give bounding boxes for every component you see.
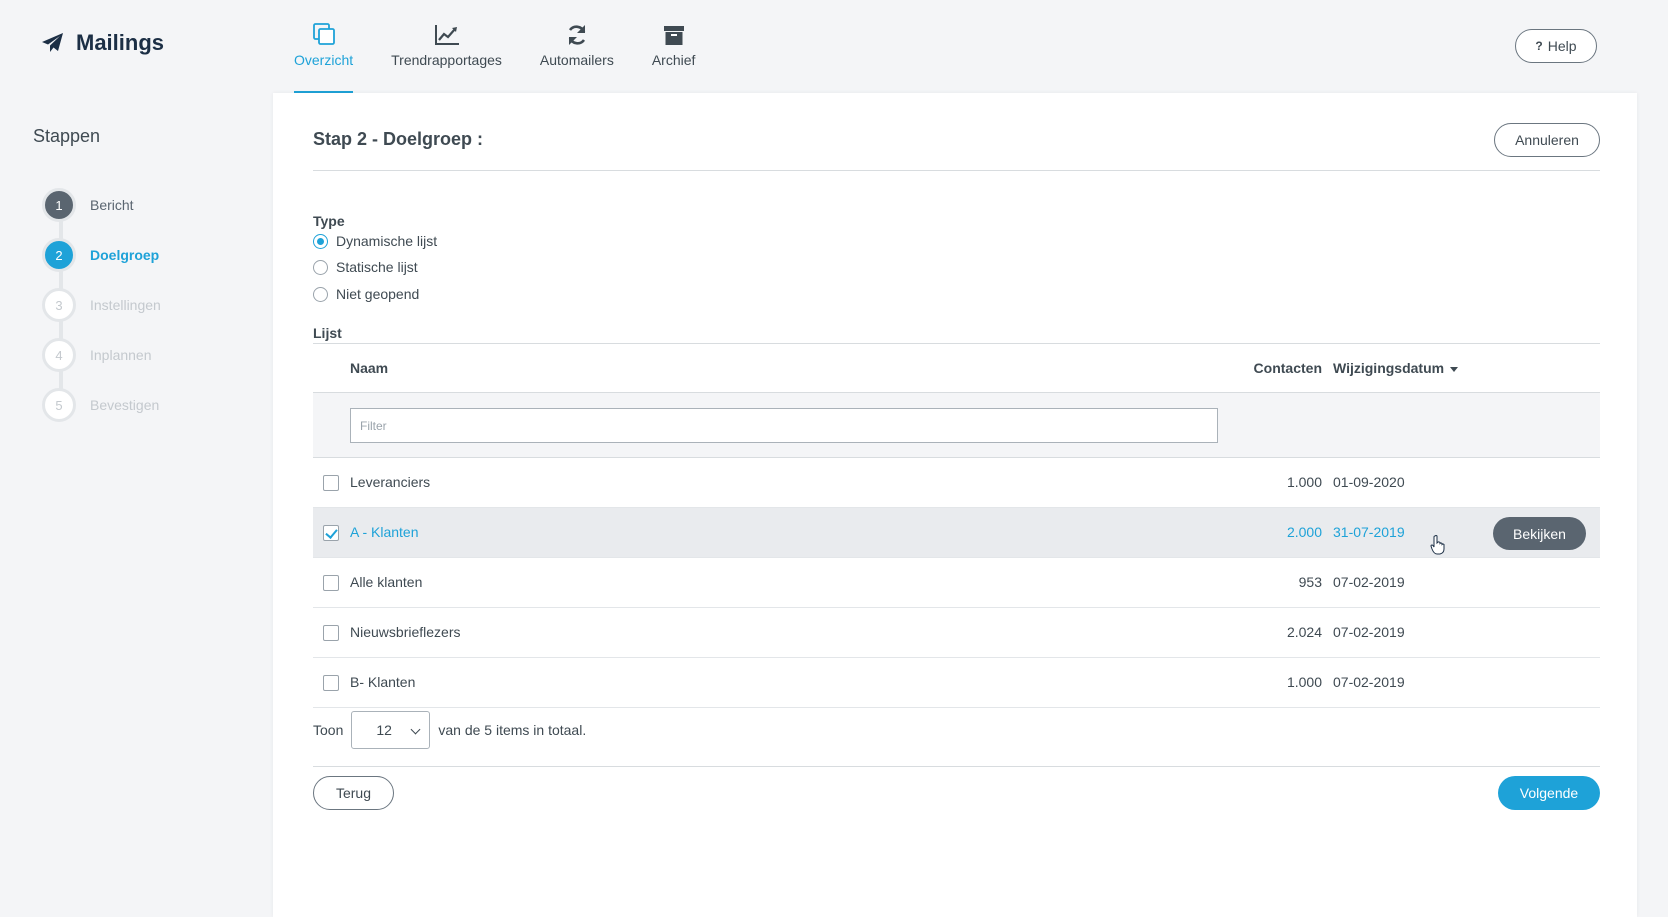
row-date: 01-09-2020 (1333, 474, 1405, 490)
page-size-value: 12 (376, 722, 392, 738)
row-checkbox[interactable] (323, 475, 339, 491)
step-label: Doelgroep (90, 247, 160, 263)
column-header-wijzigingsdatum[interactable]: Wijzigingsdatum (1333, 360, 1459, 376)
list-table: Naam Contacten Wijzigingsdatum Leveranci… (313, 343, 1600, 708)
chevron-down-icon (410, 724, 421, 735)
row-contacts: 1.000 (1286, 674, 1322, 690)
column-header-naam[interactable]: Naam (350, 360, 388, 376)
page-title: Stap 2 - Doelgroep : (313, 129, 484, 149)
radio-label: Statische lijst (336, 259, 418, 275)
row-contacts: 1.000 (1286, 474, 1322, 490)
sort-desc-icon (1450, 366, 1459, 372)
row-contacts: 2.024 (1286, 624, 1322, 640)
table-row[interactable]: Alle klanten 953 07-02-2019 (313, 558, 1600, 608)
row-name: Leveranciers (350, 474, 431, 490)
radio-label: Dynamische lijst (336, 233, 438, 249)
pager-show-label: Toon (313, 722, 344, 738)
main-nav: Overzicht Trendrapportages Automailers A… (294, 18, 733, 93)
step-label: Instellingen (90, 297, 161, 313)
row-date: 07-02-2019 (1333, 624, 1405, 640)
row-name: A - Klanten (350, 524, 419, 540)
row-name: B- Klanten (350, 674, 416, 690)
row-date: 07-02-2019 (1333, 574, 1405, 590)
trend-chart-icon (434, 25, 459, 45)
pager-total-text: van de 5 items in totaal. (438, 722, 587, 738)
app-logo: Mailings (42, 30, 164, 56)
step-label: Bevestigen (90, 397, 160, 413)
step-number: 4 (42, 338, 76, 372)
hand-cursor-icon (1430, 535, 1445, 555)
view-button[interactable]: Bekijken (1493, 517, 1586, 550)
step-number: 5 (42, 388, 76, 422)
divider (313, 170, 1600, 171)
table-header: Naam Contacten Wijzigingsdatum (313, 343, 1600, 393)
pager: Toon 12 van de 5 items in totaal. (313, 711, 586, 749)
radio-statische-lijst[interactable]: Statische lijst (313, 259, 418, 275)
divider (313, 766, 1600, 767)
radio-dynamische-lijst[interactable]: Dynamische lijst (313, 233, 437, 249)
filter-row (313, 393, 1600, 458)
row-checkbox[interactable] (323, 525, 339, 541)
list-label: Lijst (313, 325, 342, 341)
radio-button[interactable] (313, 259, 328, 275)
help-label: Help (1547, 38, 1577, 54)
row-checkbox[interactable] (323, 625, 339, 641)
step-label: Inplannen (90, 347, 152, 363)
type-label: Type (313, 213, 345, 229)
filter-input[interactable] (350, 408, 1218, 443)
tab-trendrapportages[interactable]: Trendrapportages (391, 18, 502, 93)
steps-title: Stappen (33, 126, 101, 146)
step-label: Bericht (90, 197, 134, 213)
step-instellingen: 3 Instellingen (42, 280, 161, 330)
question-icon: ? (1535, 39, 1543, 53)
radio-label: Niet geopend (336, 286, 420, 302)
table-row[interactable]: Leveranciers 1.000 01-09-2020 (313, 458, 1600, 508)
tab-label: Trendrapportages (391, 52, 502, 68)
step-doelgroep[interactable]: 2 Doelgroep (42, 230, 161, 280)
main-card: Stap 2 - Doelgroep : Annuleren Type Dyna… (273, 93, 1637, 917)
page-size-select[interactable]: 12 (351, 711, 431, 749)
overview-icon (312, 23, 335, 45)
row-date: 07-02-2019 (1333, 674, 1405, 690)
row-date: 31-07-2019 (1333, 524, 1405, 540)
tab-overzicht[interactable]: Overzicht (294, 18, 354, 93)
column-header-label: Wijzigingsdatum (1333, 360, 1445, 376)
tab-archief[interactable]: Archief (651, 18, 696, 93)
tab-label: Automailers (539, 52, 614, 68)
next-button[interactable]: Volgende (1498, 776, 1600, 810)
step-number: 2 (42, 238, 76, 272)
archive-icon (663, 26, 684, 45)
radio-niet-geopend[interactable]: Niet geopend (313, 286, 419, 302)
column-header-contacten[interactable]: Contacten (1254, 360, 1322, 376)
cancel-button[interactable]: Annuleren (1494, 123, 1600, 157)
row-contacts: 2.000 (1286, 524, 1322, 540)
table-row[interactable]: Nieuwsbrieflezers 2.024 07-02-2019 (313, 608, 1600, 658)
tab-label: Overzicht (294, 52, 354, 68)
tab-label: Archief (651, 52, 696, 68)
back-button[interactable]: Terug (313, 776, 394, 810)
step-number: 1 (42, 188, 76, 222)
help-button[interactable]: ? Help (1515, 29, 1597, 63)
app-title: Mailings (76, 30, 165, 55)
step-number: 3 (42, 288, 76, 322)
radio-button[interactable] (313, 233, 328, 249)
table-row[interactable]: B- Klanten 1.000 07-02-2019 (313, 658, 1600, 708)
row-checkbox[interactable] (323, 575, 339, 591)
table-row[interactable]: A - Klanten 2.000 31-07-2019 Bekijken (313, 508, 1600, 558)
step-inplannen: 4 Inplannen (42, 330, 161, 380)
row-name: Nieuwsbrieflezers (350, 624, 461, 640)
paper-plane-icon (42, 33, 63, 52)
tab-automailers[interactable]: Automailers (540, 18, 614, 93)
row-name: Alle klanten (350, 574, 423, 590)
steps-list: 1 Bericht 2 Doelgroep 3 Instellingen 4 I… (42, 180, 161, 430)
row-checkbox[interactable] (323, 675, 339, 691)
step-bevestigen: 5 Bevestigen (42, 380, 161, 430)
step-bericht[interactable]: 1 Bericht (42, 180, 161, 230)
radio-button[interactable] (313, 286, 328, 302)
row-contacts: 953 (1298, 574, 1322, 590)
refresh-icon (568, 25, 586, 45)
